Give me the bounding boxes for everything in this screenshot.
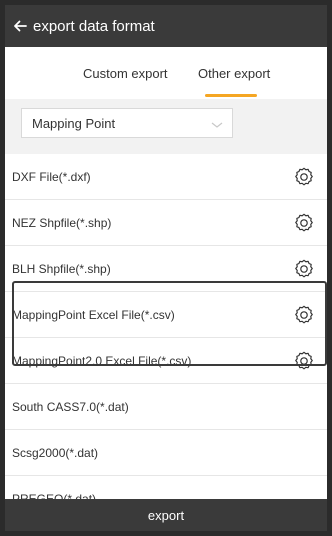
format-label: Scsg2000(*.dat): [12, 445, 99, 460]
active-tab-indicator: [205, 94, 257, 97]
gear-icon[interactable]: [293, 350, 315, 372]
export-button[interactable]: export: [5, 499, 327, 531]
format-row-blh-shp[interactable]: BLH Shpfile(*.shp): [5, 246, 327, 292]
format-type-dropdown[interactable]: Mapping Point: [21, 108, 233, 138]
format-label: MappingPoint Excel File(*.csv): [12, 307, 175, 322]
format-row-mappingpoint-csv[interactable]: MappingPoint Excel File(*.csv): [5, 292, 327, 338]
gear-icon[interactable]: [293, 212, 315, 234]
gear-icon[interactable]: [293, 304, 315, 326]
dropdown-value: Mapping Point: [32, 115, 116, 131]
app-frame: export data format Custom export Other e…: [5, 5, 327, 531]
tab-bar: Custom export Other export: [5, 47, 327, 99]
gear-icon[interactable]: [293, 166, 315, 188]
format-row-mappingpoint2-csv[interactable]: MappingPoint2.0 Excel File(*.csv): [5, 338, 327, 384]
tab-other-export[interactable]: Other export: [198, 47, 270, 99]
format-row-scsg2000[interactable]: Scsg2000(*.dat): [5, 430, 327, 476]
chevron-down-icon: [210, 117, 224, 135]
format-label: BLH Shpfile(*.shp): [12, 261, 111, 276]
format-row-dxf[interactable]: DXF File(*.dxf): [5, 154, 327, 200]
export-label: export: [147, 507, 185, 523]
format-label: MappingPoint2.0 Excel File(*.csv): [12, 353, 192, 368]
format-row-nez-shp[interactable]: NEZ Shpfile(*.shp): [5, 200, 327, 246]
dropdown-area: Mapping Point: [5, 99, 327, 154]
top-bar: export data format: [5, 5, 327, 47]
format-label: NEZ Shpfile(*.shp): [12, 215, 112, 230]
format-row-south-cass[interactable]: South CASS7.0(*.dat): [5, 384, 327, 430]
format-label: South CASS7.0(*.dat): [12, 399, 129, 414]
tab-custom-export[interactable]: Custom export: [83, 47, 168, 99]
arrow-left-icon[interactable]: [9, 5, 31, 47]
format-label: DXF File(*.dxf): [12, 169, 91, 184]
page-title: export data format: [33, 17, 155, 35]
format-list: DXF File(*.dxf) NEZ Shpfile(*.shp) BLH S…: [5, 154, 327, 522]
gear-icon[interactable]: [293, 258, 315, 280]
